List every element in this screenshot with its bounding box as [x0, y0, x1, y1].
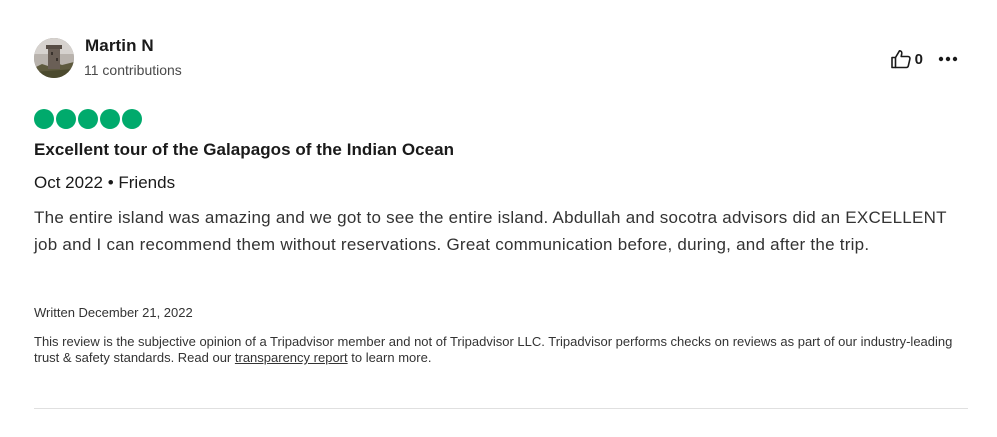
author-contributions: 11 contributions	[84, 62, 182, 78]
thumbs-up-icon	[890, 50, 911, 69]
ellipsis-icon	[938, 56, 958, 62]
transparency-report-link[interactable]: transparency report	[235, 350, 348, 365]
review-disclaimer: This review is the subjective opinion of…	[34, 334, 969, 366]
more-options-button[interactable]	[937, 48, 959, 70]
rating-bubble	[56, 109, 76, 129]
author-name[interactable]: Martin N	[85, 36, 154, 56]
helpful-count: 0	[914, 50, 923, 68]
review-actions: 0	[890, 48, 959, 70]
review-card: Martin N 11 contributions 0 Excellent to…	[0, 0, 997, 437]
review-title[interactable]: Excellent tour of the Galapagos of the I…	[34, 140, 454, 160]
rating-bubble	[100, 109, 120, 129]
divider	[34, 408, 968, 409]
rating-bubble	[78, 109, 98, 129]
disclaimer-text: This review is the subjective opinion of…	[34, 334, 953, 365]
disclaimer-text-end: to learn more.	[347, 350, 432, 365]
user-avatar-photo	[34, 38, 74, 78]
trip-date-type: Oct 2022 • Friends	[34, 173, 176, 192]
written-date: Written December 21, 2022	[34, 305, 193, 320]
rating-bubble	[122, 109, 142, 129]
rating-bubbles	[34, 109, 142, 129]
rating-bubble	[34, 109, 54, 129]
helpful-vote-button[interactable]: 0	[890, 49, 923, 69]
review-text: The entire island was amazing and we got…	[34, 208, 947, 254]
author-avatar[interactable]	[34, 38, 74, 78]
